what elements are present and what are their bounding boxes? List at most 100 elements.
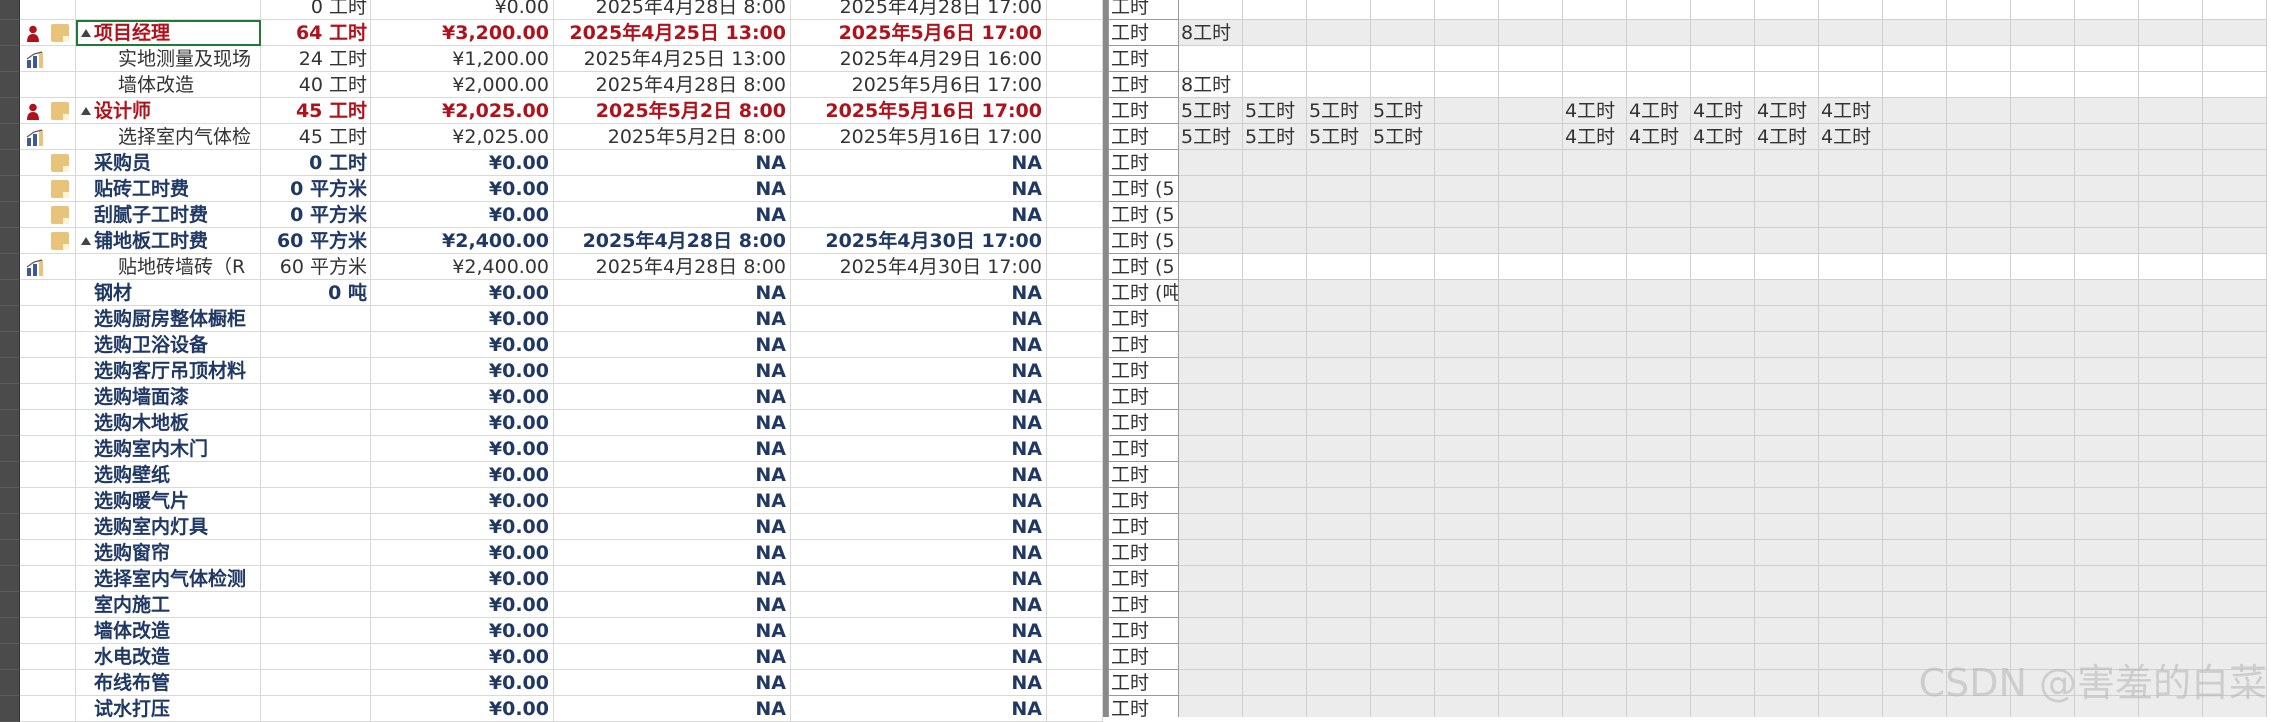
chart-icon[interactable] [26,128,44,146]
timescale-cell[interactable] [1499,566,1563,592]
row-number[interactable] [0,670,20,696]
timescale-cell[interactable] [1819,332,1883,358]
row-number[interactable] [0,332,20,358]
timescale-cell[interactable] [1371,176,1435,202]
timescale-cell[interactable] [1499,254,1563,280]
table-row[interactable]: 选购厨房整体橱柜 ¥0.00 NA NA [0,306,1103,332]
timescale-cell[interactable] [1435,202,1499,228]
timescale-cell[interactable] [1179,618,1243,644]
timescale-cell[interactable] [1371,384,1435,410]
timescale-cell[interactable]: 5工时 [1371,98,1435,124]
timescale-cell[interactable]: 5工时 [1371,124,1435,150]
timescale-cell[interactable] [1947,72,2011,98]
task-name[interactable]: 选购室内灯具 [76,514,261,540]
timescale-cell[interactable] [2075,46,2139,72]
timescale-cell[interactable] [1819,20,1883,46]
row-number[interactable] [0,46,20,72]
start-cell[interactable]: NA [554,618,791,644]
timescale-cell[interactable] [2075,176,2139,202]
timescale-cell[interactable] [1627,410,1691,436]
timescale-cell[interactable] [1563,488,1627,514]
work-cell[interactable] [261,358,371,384]
timescale-cell[interactable] [1691,0,1755,20]
timescale-cell[interactable] [1499,540,1563,566]
start-cell[interactable]: NA [554,436,791,462]
timescale-cell[interactable] [1883,332,1947,358]
timescale-cell[interactable] [2011,202,2075,228]
timescale-cell[interactable] [1499,670,1563,696]
timescale-cell[interactable] [1307,46,1371,72]
timescale-cell[interactable] [2011,98,2075,124]
start-cell[interactable]: 2025年5月2日 8:00 [554,98,791,124]
person-icon[interactable] [26,102,40,120]
table-row[interactable]: 铺地板工时费 60 平方米 ¥2,400.00 2025年4月28日 8:00 2025… [0,228,1103,254]
timescale-cell[interactable] [1947,280,2011,306]
work-cell[interactable]: 0 吨 [261,280,371,306]
timescale-cell[interactable] [1691,644,1755,670]
timescale-cell[interactable] [1691,358,1755,384]
start-cell[interactable]: NA [554,644,791,670]
timescale-cell[interactable] [1371,228,1435,254]
timescale-cell[interactable] [2011,72,2075,98]
timescale-cell[interactable] [1563,46,1627,72]
task-name[interactable]: 水电改造 [76,644,261,670]
finish-cell[interactable]: NA [791,566,1047,592]
timescale-cell[interactable] [1435,644,1499,670]
task-name[interactable] [76,0,261,20]
timescale-cell[interactable] [2203,0,2267,20]
finish-cell[interactable]: NA [791,280,1047,306]
timescale-cell[interactable] [2075,384,2139,410]
timescale-cell[interactable] [1883,358,1947,384]
timescale-cell[interactable] [1883,228,1947,254]
timescale-cell[interactable] [1819,176,1883,202]
finish-cell[interactable]: 2025年4月30日 17:00 [791,254,1047,280]
work-cell[interactable]: 64 工时 [261,20,371,46]
finish-cell[interactable]: NA [791,592,1047,618]
timescale-cell[interactable] [1499,280,1563,306]
timescale-cell[interactable] [1947,540,2011,566]
timescale-cell[interactable] [1371,20,1435,46]
timescale-cell[interactable] [2075,566,2139,592]
timescale-cell[interactable] [1435,46,1499,72]
timescale-cell[interactable] [1499,0,1563,20]
timescale-cell[interactable] [1691,410,1755,436]
timescale-cell[interactable] [1883,306,1947,332]
table-row[interactable]: 选购暖气片 ¥0.00 NA NA [0,488,1103,514]
timescale-cell[interactable] [1947,566,2011,592]
timescale-cell[interactable] [2203,618,2267,644]
finish-cell[interactable]: 2025年5月6日 17:00 [791,72,1047,98]
timescale-cell[interactable] [1819,358,1883,384]
row-number[interactable] [0,176,20,202]
table-row[interactable]: 贴地砖墙砖（R 60 平方米 ¥2,400.00 2025年4月28日 8:00 202… [0,254,1103,280]
timescale-cell[interactable] [1627,150,1691,176]
timescale-cell[interactable] [1499,176,1563,202]
timescale-cell[interactable] [2203,540,2267,566]
timescale-cell[interactable] [1563,566,1627,592]
timescale-cell[interactable] [1435,358,1499,384]
timescale-cell[interactable] [1307,592,1371,618]
table-row[interactable]: 试水打压 ¥0.00 NA NA [0,696,1103,722]
timescale-cell[interactable] [1563,410,1627,436]
timescale-cell[interactable] [1627,20,1691,46]
timescale-cell[interactable] [1179,670,1243,696]
timescale-cell[interactable] [1563,462,1627,488]
timescale-cell[interactable] [1371,540,1435,566]
task-name[interactable]: 采购员 [76,150,261,176]
task-name[interactable]: 选购室内木门 [76,436,261,462]
timescale-cell[interactable] [1499,20,1563,46]
cost-cell[interactable]: ¥0.00 [371,306,554,332]
timescale-cell[interactable] [2011,384,2075,410]
timescale-cell[interactable] [1307,332,1371,358]
timescale-cell[interactable] [2075,306,2139,332]
table-row[interactable]: 实地测量及现场 24 工时 ¥1,200.00 2025年4月25日 13:00 202… [0,46,1103,72]
timescale-cell[interactable] [1435,410,1499,436]
timescale-cell[interactable] [1947,98,2011,124]
timescale-cell[interactable] [1627,462,1691,488]
table-row[interactable]: 选购室内木门 ¥0.00 NA NA [0,436,1103,462]
work-cell[interactable]: 0 平方米 [261,202,371,228]
timescale-cell[interactable] [1371,280,1435,306]
start-cell[interactable]: 2025年5月2日 8:00 [554,124,791,150]
timescale-cell[interactable] [1819,228,1883,254]
timescale-cell[interactable] [1435,670,1499,696]
row-number[interactable] [0,644,20,670]
